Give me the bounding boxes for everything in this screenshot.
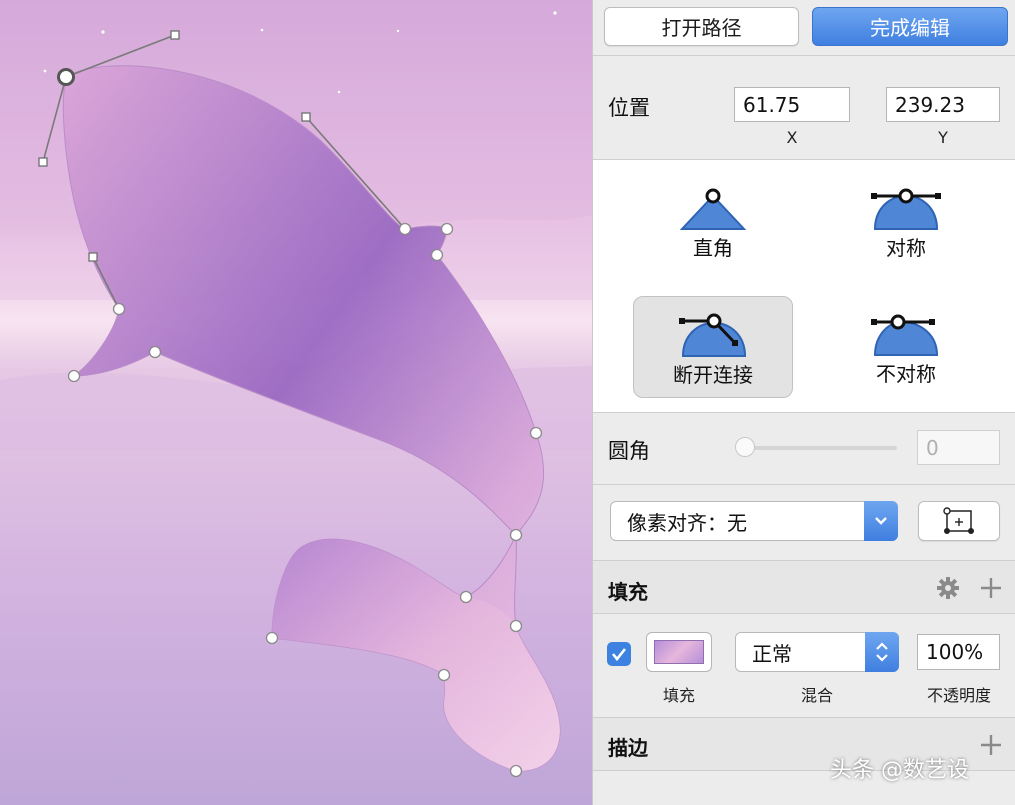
blend-mode-select[interactable]: 正常 <box>735 632 899 672</box>
x-caption: X <box>786 128 798 147</box>
pixel-align-section: 像素对齐：无 <box>593 485 1015 561</box>
add-stroke-icon[interactable] <box>979 733 1003 757</box>
point-type-label: 直角 <box>693 236 733 260</box>
fill-header: 填充 <box>593 561 1015 614</box>
position-label: 位置 <box>608 96 650 120</box>
point-type-label: 对称 <box>886 236 926 260</box>
anchor-point <box>398 222 412 236</box>
pixel-align-value: 像素对齐：无 <box>627 510 747 535</box>
edit-toolbar: 打开路径 完成编辑 <box>593 0 1015 56</box>
pixel-grid-button[interactable] <box>918 501 1000 541</box>
anchor-point <box>509 619 523 633</box>
add-fill-icon[interactable] <box>979 576 1003 600</box>
checkmark-icon <box>611 648 627 662</box>
point-type-mirrored[interactable]: 对称 <box>826 170 986 272</box>
corner-radius-label: 圆角 <box>608 439 650 463</box>
selected-anchor-point <box>57 68 75 86</box>
y-caption: Y <box>938 128 948 147</box>
anchor-point <box>430 248 444 262</box>
anchor-point <box>529 426 543 440</box>
finish-edit-button[interactable]: 完成编辑 <box>812 7 1008 46</box>
corner-radius-section: 圆角 0 <box>593 413 1015 485</box>
anchor-point <box>112 302 126 316</box>
chevron-down-icon <box>864 501 898 541</box>
fill-color-well[interactable] <box>646 632 712 672</box>
opacity-field[interactable]: 100% <box>917 634 1000 670</box>
disconnected-point-icon <box>679 313 747 357</box>
point-type-label: 不对称 <box>876 362 936 386</box>
pixel-grid-icon <box>943 507 974 534</box>
handle-point <box>170 30 180 40</box>
anchor-point <box>509 764 523 778</box>
handle-point <box>88 252 98 262</box>
blend-caption: 混合 <box>800 686 833 705</box>
inspector-panel: 打开路径 完成编辑 位置 61.75 239.23 X Y 直角 对称 断开连接… <box>592 0 1015 805</box>
fill-title: 填充 <box>608 580 648 604</box>
anchor-point <box>265 631 279 645</box>
anchor-point <box>148 345 162 359</box>
asymmetric-point-icon <box>871 314 939 356</box>
position-y-field[interactable]: 239.23 <box>886 87 1000 122</box>
fill-caption: 填充 <box>662 686 695 705</box>
anchor-point <box>509 528 523 542</box>
anchor-point <box>459 590 473 604</box>
open-path-button[interactable]: 打开路径 <box>604 7 799 46</box>
pixel-align-select[interactable]: 像素对齐：无 <box>610 501 898 541</box>
mirrored-point-icon <box>871 188 941 230</box>
gear-icon[interactable] <box>936 576 960 600</box>
blend-mode-value: 正常 <box>752 641 792 666</box>
handle-point <box>301 112 311 122</box>
watermark: 头条 @数艺设 <box>830 758 969 783</box>
fill-color-swatch <box>654 640 704 664</box>
position-section: 位置 61.75 239.23 X Y <box>593 56 1015 160</box>
drawing-canvas[interactable] <box>0 0 592 805</box>
anchor-point <box>437 668 451 682</box>
point-type-corner[interactable]: 直角 <box>633 170 793 272</box>
anchor-point <box>67 369 81 383</box>
fill-row: 正常 100% 填充 混合 不透明度 <box>593 614 1015 718</box>
stepper-icon <box>865 632 899 672</box>
point-type-disconnected[interactable]: 断开连接 <box>633 296 793 398</box>
point-type-section: 直角 对称 断开连接 不对称 <box>593 160 1015 413</box>
fill-enabled-checkbox[interactable] <box>607 642 631 666</box>
corner-radius-slider-track[interactable] <box>741 446 897 450</box>
point-type-asymmetric[interactable]: 不对称 <box>826 296 986 398</box>
position-x-field[interactable]: 61.75 <box>734 87 850 122</box>
anchor-point <box>440 222 454 236</box>
stroke-title: 描边 <box>608 736 648 760</box>
point-type-label: 断开连接 <box>673 363 753 387</box>
canvas-artwork <box>0 0 592 805</box>
corner-radius-field[interactable]: 0 <box>917 430 1000 465</box>
corner-point-icon <box>679 188 747 230</box>
opacity-caption: 不透明度 <box>926 686 991 705</box>
handle-point <box>38 157 48 167</box>
corner-radius-slider-knob[interactable] <box>735 437 755 457</box>
